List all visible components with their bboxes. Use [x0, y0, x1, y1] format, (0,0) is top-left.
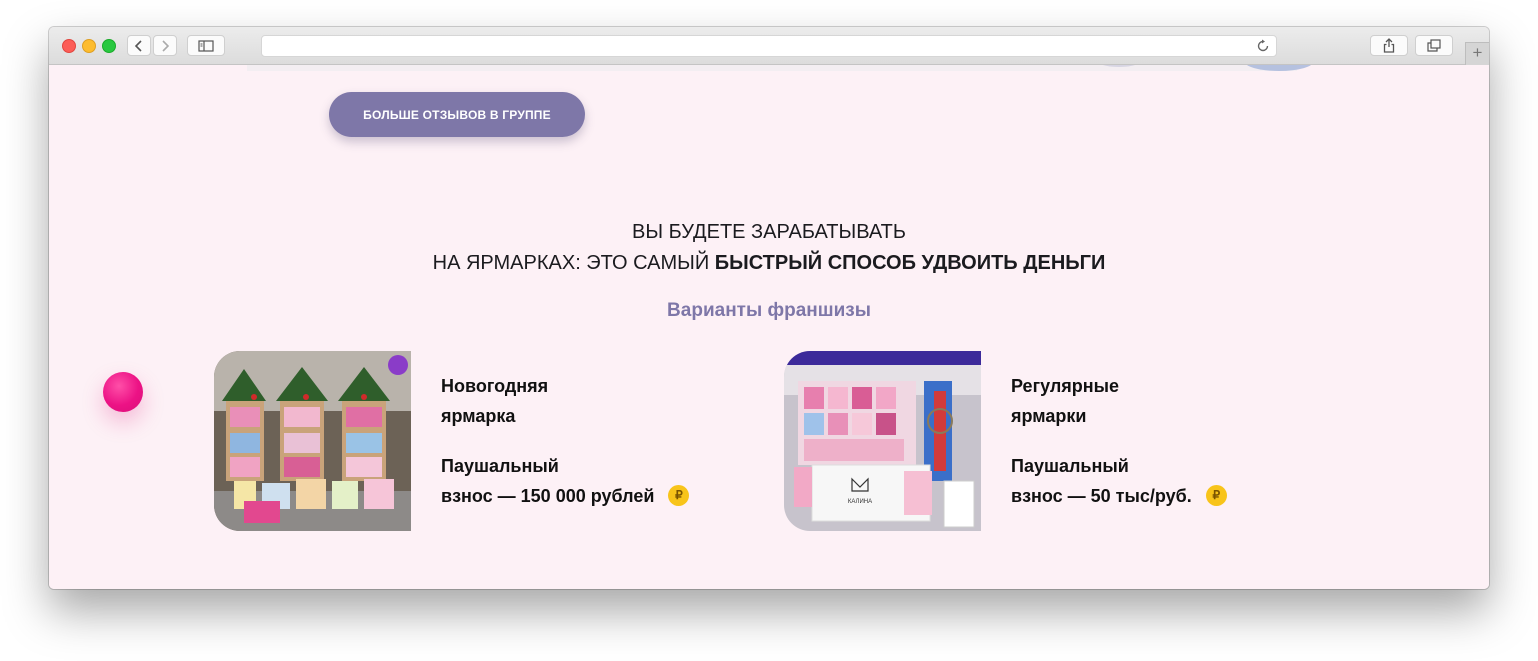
sidebar-icon: [198, 39, 214, 52]
headline-line-2-bold: БЫСТРЫЙ СПОСОБ УДВОИТЬ ДЕНЬГИ: [714, 252, 1106, 274]
new-year-fair-photo: [214, 351, 411, 531]
card-fee-line-1: Паушальный: [441, 456, 559, 476]
minimize-window-button[interactable]: [82, 39, 96, 53]
close-window-button[interactable]: [62, 39, 76, 53]
new-year-fair-image: [214, 351, 411, 531]
tabs-overview-button[interactable]: [1415, 35, 1453, 56]
new-tab-button[interactable]: +: [1465, 42, 1489, 65]
ruble-icon: ₽: [1205, 484, 1227, 506]
kalina-sign-text: КАЛИНА: [848, 499, 872, 505]
card-fee-amount: взнос — 50 тыс/руб.: [1011, 486, 1192, 506]
franchise-options-title: Варианты франшизы: [667, 300, 871, 321]
headline-line-2-regular: НА ЯРМАРКАХ: ЭТО САМЫЙ: [432, 252, 715, 274]
card-fee-line-1: Паушальный: [1011, 456, 1129, 476]
sidebar-button[interactable]: [187, 35, 225, 56]
address-bar[interactable]: [261, 35, 1277, 57]
headline-line-2: НА ЯРМАРКАХ: ЭТО САМЫЙ БЫСТРЫЙ СПОСОБ УД…: [49, 248, 1489, 279]
zoom-window-button[interactable]: [102, 39, 116, 53]
new-year-fair-card-text: Новогодняя ярмарка Паушальный взнос — 15…: [441, 371, 690, 511]
forward-button[interactable]: [153, 35, 177, 56]
reload-icon[interactable]: [1256, 39, 1270, 53]
card-fee-amount: взнос — 150 000 рублей: [441, 486, 655, 506]
section-headline: ВЫ БУДЕТЕ ЗАРАБАТЫВАТЬ НА ЯРМАРКАХ: ЭТО …: [49, 217, 1489, 279]
share-icon: [1383, 38, 1395, 53]
pink-decorative-dot: [103, 372, 143, 412]
card-title-line-2: ярмарки: [1011, 406, 1087, 426]
browser-toolbar: +: [49, 27, 1489, 65]
share-button[interactable]: [1370, 35, 1408, 56]
ruble-icon: ₽: [668, 484, 690, 506]
tabs-icon: [1427, 39, 1441, 52]
regular-fair-card-text: Регулярные ярмарки Паушальный взнос — 50…: [1011, 371, 1227, 511]
browser-window: + БОЛЬШЕ ОТЗЫВОВ В ГРУППЕ ВЫ БУДЕТЕ ЗАРА…: [49, 27, 1489, 589]
headline-line-1: ВЫ БУДЕТЕ ЗАРАБАТЫВАТЬ: [631, 221, 906, 243]
card-title-line-2: ярмарка: [441, 406, 516, 426]
card-fee-line-2: взнос — 150 000 рублей ₽: [441, 481, 690, 511]
chevron-left-icon: [134, 39, 142, 52]
card-title-line-1: Новогодняя: [441, 376, 549, 396]
back-button[interactable]: [127, 35, 151, 56]
page-content: БОЛЬШЕ ОТЗЫВОВ В ГРУППЕ ВЫ БУДЕТЕ ЗАРАБА…: [49, 65, 1489, 589]
regular-fair-image: КАЛИНА: [784, 351, 981, 531]
regular-fair-photo: КАЛИНА: [784, 351, 981, 531]
card-fee-line-2: взнос — 50 тыс/руб. ₽: [1011, 481, 1227, 511]
more-reviews-button[interactable]: БОЛЬШЕ ОТЗЫВОВ В ГРУППЕ: [329, 92, 585, 137]
card-title-line-1: Регулярные: [1011, 376, 1120, 396]
chevron-right-icon: [162, 39, 170, 52]
reviews-slider-bottom-edge: [247, 65, 1297, 71]
